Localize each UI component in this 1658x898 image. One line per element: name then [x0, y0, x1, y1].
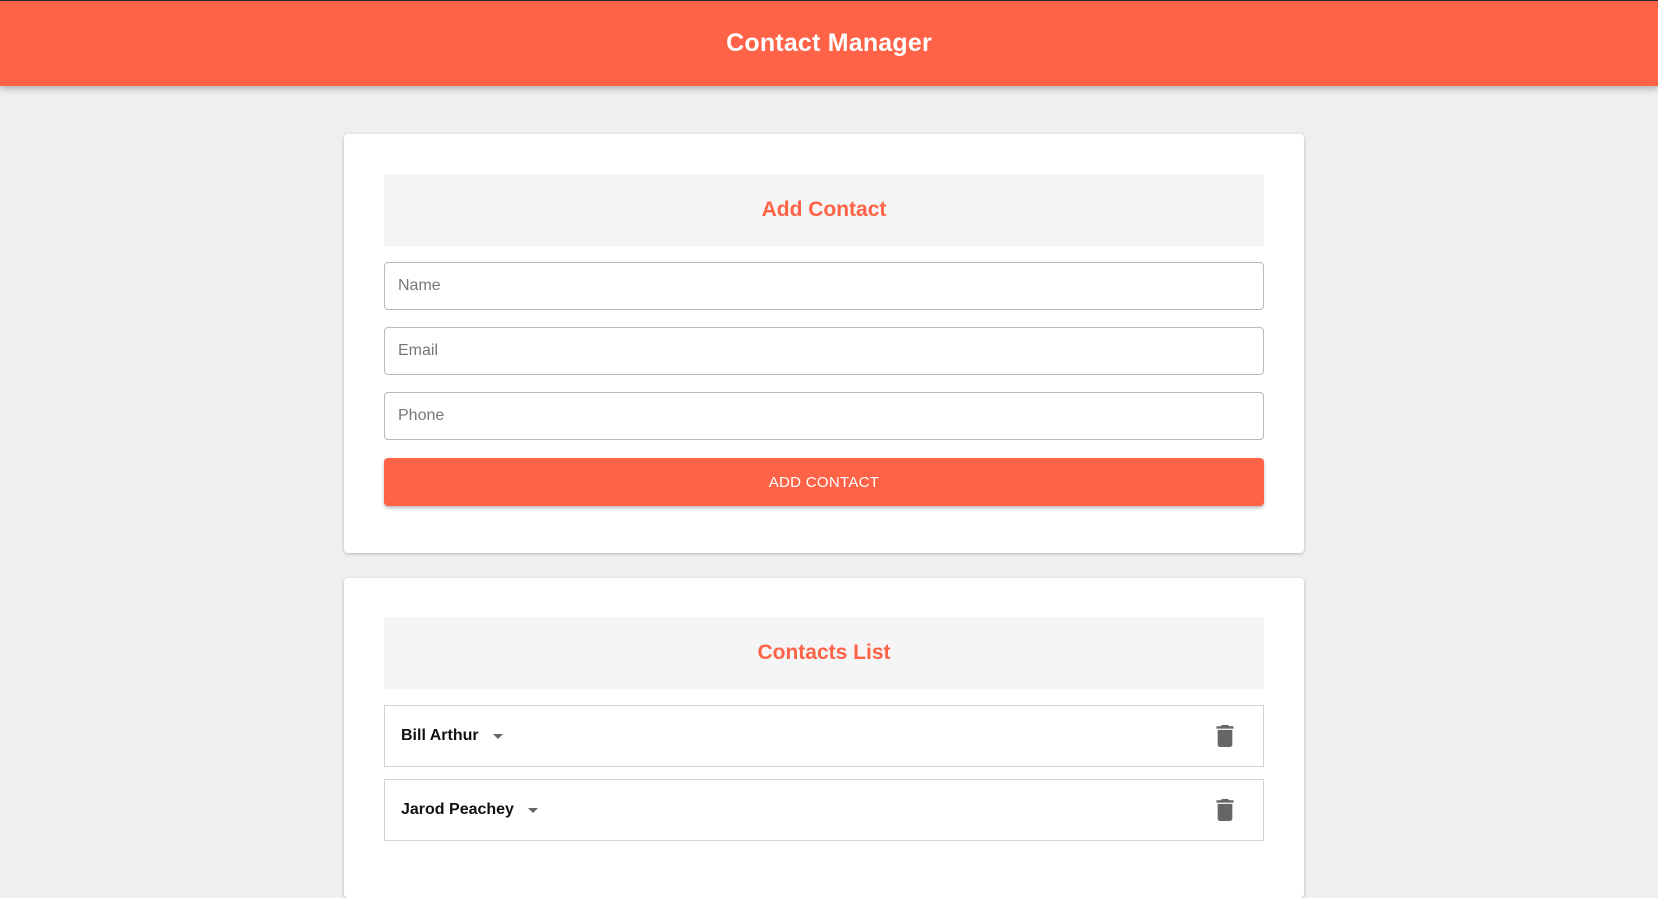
contact-name: Bill Arthur [401, 727, 479, 744]
add-contact-button[interactable]: ADD CONTACT [384, 458, 1264, 506]
trash-icon[interactable] [1215, 799, 1235, 821]
contact-expand-toggle[interactable]: Jarod Peachey [401, 780, 538, 840]
app-title: Contact Manager [726, 29, 932, 57]
contact-name: Jarod Peachey [401, 801, 514, 818]
contacts-list-card: Contacts List Bill Arthur Jarod Peachey [344, 578, 1304, 898]
contact-list-item: Jarod Peachey [384, 779, 1264, 841]
contact-list-item: Bill Arthur [384, 705, 1264, 767]
add-contact-card: Add Contact ADD CONTACT [344, 134, 1304, 553]
email-input[interactable] [384, 327, 1264, 375]
trash-icon[interactable] [1215, 725, 1235, 747]
add-contact-title: Add Contact [761, 198, 887, 221]
phone-input[interactable] [384, 392, 1264, 440]
contact-expand-toggle[interactable]: Bill Arthur [401, 706, 503, 766]
add-contact-header: Add Contact [384, 174, 1264, 246]
top-app-bar: Contact Manager [0, 0, 1658, 86]
caret-down-icon [492, 733, 503, 739]
name-input[interactable] [384, 262, 1264, 310]
caret-down-icon [527, 807, 538, 813]
contacts-list-title: Contacts List [757, 641, 891, 664]
contacts-list-header: Contacts List [384, 617, 1264, 689]
